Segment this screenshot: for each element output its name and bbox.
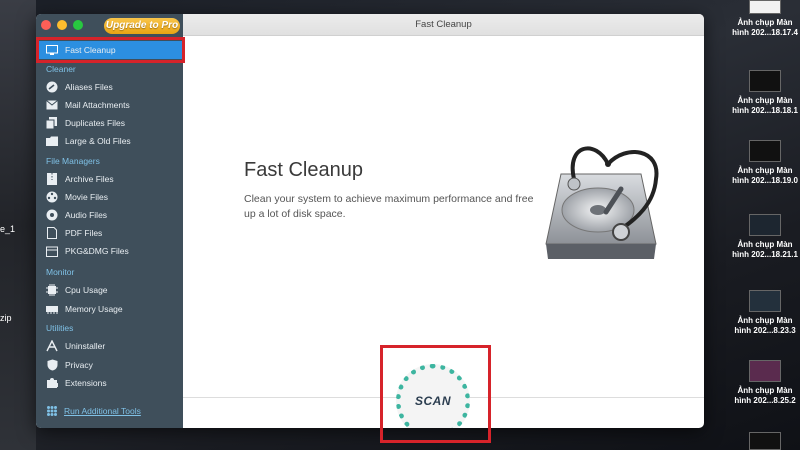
section-monitor: Monitor xyxy=(46,267,75,277)
desktop-file[interactable]: Ảnh chụp Màn hình 202...8.25.2 xyxy=(730,360,800,406)
file-name-line2: hình 202...18.17.4 xyxy=(732,28,798,37)
cpu-icon xyxy=(46,284,58,296)
file-thumbnail xyxy=(749,290,781,312)
mail-icon xyxy=(46,99,58,111)
desktop-file-fragment[interactable]: e_1 xyxy=(0,224,15,234)
pdf-icon xyxy=(46,227,58,239)
sidebar-item-label: Duplicates Files xyxy=(65,118,125,128)
sidebar: Upgrade to Pro Fast Cleanup Cleaner Alia… xyxy=(36,14,183,428)
sidebar-item-label: Extensions xyxy=(65,378,107,388)
film-icon xyxy=(46,191,58,203)
sidebar-item-label: Large & Old Files xyxy=(65,136,131,146)
sidebar-item-label: Privacy xyxy=(65,360,93,370)
sidebar-item-label: Archive Files xyxy=(65,174,114,184)
zoom-button[interactable] xyxy=(73,20,83,30)
sidebar-item-extensions[interactable]: Extensions xyxy=(36,374,183,392)
section-cleaner: Cleaner xyxy=(46,64,76,74)
file-name-line2: hình 202...8.25.2 xyxy=(734,396,796,405)
file-thumbnail xyxy=(749,0,781,14)
uninstall-icon xyxy=(46,340,58,352)
desktop-file[interactable]: Ảnh chụp Màn hình 202...18.18.1 xyxy=(730,70,800,116)
upgrade-button[interactable]: Upgrade to Pro xyxy=(104,18,180,34)
sidebar-item-pdf-files[interactable]: PDF Files xyxy=(36,224,183,242)
window-controls xyxy=(41,20,83,30)
sidebar-item-label: Audio Files xyxy=(65,210,108,220)
sidebar-item-mail-attachments[interactable]: Mail Attachments xyxy=(36,96,183,114)
puzzle-icon xyxy=(46,377,58,389)
file-name-line1: Ảnh chụp Màn xyxy=(737,386,793,395)
alias-icon xyxy=(46,81,58,93)
sidebar-item-movie-files[interactable]: Movie Files xyxy=(36,188,183,206)
sidebar-item-memory-usage[interactable]: Memory Usage xyxy=(36,300,183,318)
file-thumbnail xyxy=(749,140,781,162)
file-name-line1: Ảnh chụp Màn xyxy=(737,316,793,325)
folder-icon xyxy=(46,135,58,147)
package-icon xyxy=(46,245,58,257)
sidebar-item-label: Mail Attachments xyxy=(65,100,130,110)
sidebar-item-pkg-dmg-files[interactable]: PKG&DMG Files xyxy=(36,242,183,260)
hard-drive-stethoscope-icon xyxy=(545,146,659,259)
sidebar-item-label: PKG&DMG Files xyxy=(65,246,129,256)
run-additional-tools-link[interactable]: Run Additional Tools xyxy=(46,405,141,417)
sidebar-item-duplicates-files[interactable]: Duplicates Files xyxy=(36,114,183,132)
run-tools-label: Run Additional Tools xyxy=(64,406,141,416)
memory-icon xyxy=(46,303,58,315)
sidebar-item-label: PDF Files xyxy=(65,228,103,238)
page-description: Clean your system to achieve maximum per… xyxy=(244,193,534,220)
tools-icon xyxy=(46,405,58,417)
desktop-file[interactable] xyxy=(730,432,800,450)
duplicate-icon xyxy=(46,117,58,129)
app-window: Upgrade to Pro Fast Cleanup Cleaner Alia… xyxy=(36,14,704,428)
file-name-line2: hình 202...18.19.0 xyxy=(732,176,798,185)
sidebar-item-archive-files[interactable]: Archive Files xyxy=(36,170,183,188)
sidebar-item-label: Cpu Usage xyxy=(65,285,108,295)
file-thumbnail xyxy=(749,214,781,236)
file-name-line2: hình 202...18.21.1 xyxy=(732,250,798,259)
sidebar-item-cpu-usage[interactable]: Cpu Usage xyxy=(36,281,183,299)
file-name-line1: Ảnh chụp Màn xyxy=(737,166,793,175)
sidebar-item-uninstaller[interactable]: Uninstaller xyxy=(36,337,183,355)
file-thumbnail xyxy=(749,432,781,450)
file-name-line1: Ảnh chụp Màn xyxy=(737,240,793,249)
close-button[interactable] xyxy=(41,20,51,30)
file-name-line1: Ảnh chụp Màn xyxy=(737,18,793,27)
shield-icon xyxy=(46,359,58,371)
file-name-line2: hình 202...8.23.3 xyxy=(734,326,796,335)
sidebar-item-audio-files[interactable]: Audio Files xyxy=(36,206,183,224)
desktop-file-fragment[interactable]: zip xyxy=(0,313,12,323)
sidebar-item-privacy[interactable]: Privacy xyxy=(36,356,183,374)
sidebar-item-aliases-files[interactable]: Aliases Files xyxy=(36,78,183,96)
section-utilities: Utilities xyxy=(46,323,74,333)
section-file-managers: File Managers xyxy=(46,156,100,166)
desktop-file[interactable]: Ảnh chụp Màn hình 202...18.21.1 xyxy=(730,214,800,260)
desktop-file[interactable]: Ảnh chụp Màn hình 202...18.19.0 xyxy=(730,140,800,186)
page-title: Fast Cleanup xyxy=(244,159,363,181)
minimize-button[interactable] xyxy=(57,20,67,30)
highlight-box-scan xyxy=(380,345,491,443)
sidebar-item-label: Memory Usage xyxy=(65,304,123,314)
file-name-line2: hình 202...18.18.1 xyxy=(732,106,798,115)
highlight-box-fast-cleanup xyxy=(36,37,185,63)
audio-icon xyxy=(46,209,58,221)
file-thumbnail xyxy=(749,360,781,382)
desktop-file[interactable]: Ảnh chụp Màn hình 202...8.23.3 xyxy=(730,290,800,336)
sidebar-item-label: Aliases Files xyxy=(65,82,113,92)
archive-icon xyxy=(46,173,58,185)
sidebar-item-label: Uninstaller xyxy=(65,341,106,351)
sidebar-item-large-old-files[interactable]: Large & Old Files xyxy=(36,132,183,150)
desktop-file[interactable]: Ảnh chụp Màn hình 202...18.17.4 xyxy=(730,0,800,38)
window-title: Fast Cleanup xyxy=(183,14,704,36)
file-thumbnail xyxy=(749,70,781,92)
sidebar-item-label: Movie Files xyxy=(65,192,108,202)
file-name-line1: Ảnh chụp Màn xyxy=(737,96,793,105)
